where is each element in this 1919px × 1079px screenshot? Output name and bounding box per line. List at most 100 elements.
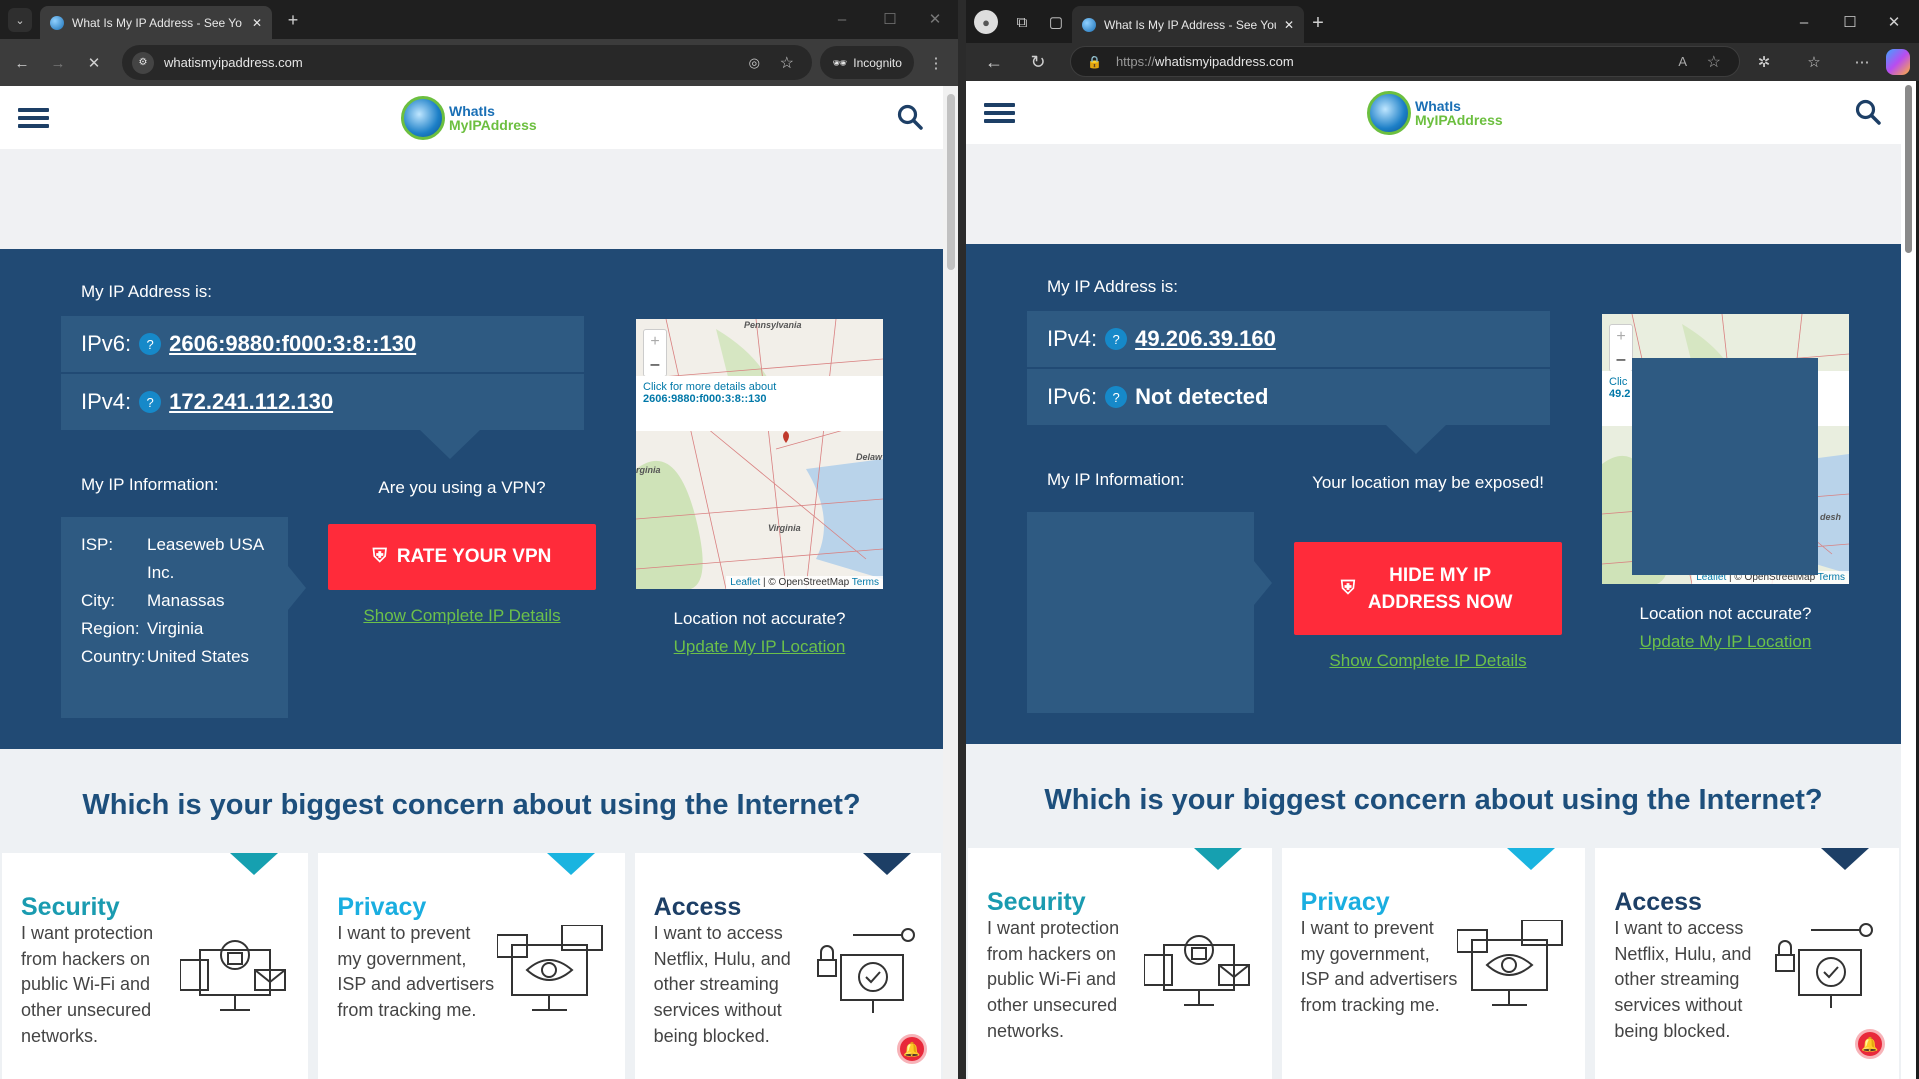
new-tab-icon[interactable]: + (1306, 11, 1330, 35)
maximize-icon[interactable]: ☐ (878, 8, 902, 30)
eye-off-icon[interactable]: ◎ (749, 55, 760, 71)
tab-close-icon[interactable]: ✕ (1284, 18, 1294, 32)
scrollbar[interactable] (1901, 81, 1916, 1079)
help-icon[interactable]: ? (139, 333, 162, 355)
minimize-icon[interactable]: – (1792, 10, 1816, 34)
favorites-icon[interactable]: ☆ (1802, 50, 1826, 74)
privacy-illustration-icon (1457, 920, 1564, 1006)
shield-icon: ⛨ (372, 546, 387, 567)
notification-bell-icon[interactable]: 🔔 (1855, 1029, 1885, 1059)
zoom-in-button[interactable]: + (644, 330, 666, 353)
new-tab-icon[interactable]: + (282, 9, 304, 31)
notification-bell-icon[interactable]: 🔔 (897, 1034, 927, 1064)
extensions-icon[interactable]: ✲ (1752, 50, 1776, 74)
help-icon[interactable]: ? (139, 391, 162, 413)
card-pointer (1193, 848, 1242, 870)
globe-logo-icon (401, 96, 445, 140)
tab-active[interactable]: What Is My IP Address - See Yo ✕ (40, 6, 272, 39)
concern-card-privacy[interactable]: Privacy I want to prevent my government, … (1281, 848, 1586, 1079)
ip-label: IPv6: (1047, 384, 1098, 409)
hamburger-menu-icon[interactable] (18, 108, 49, 128)
scrollbar-thumb[interactable] (947, 94, 955, 270)
callout-arrow (1254, 561, 1272, 605)
close-window-icon[interactable]: ✕ (923, 8, 947, 30)
info-row: ISP: Leaseweb USA Inc. (81, 531, 288, 587)
address-bar[interactable]: 🔒 https://whatismyipaddress.com A ☆ (1070, 46, 1740, 77)
ip-value[interactable]: 2606:9880:f000:3:8::130 (169, 331, 416, 357)
concern-card-security[interactable]: Security I want protection from hackers o… (2, 853, 309, 1079)
concern-card-access[interactable]: Access I want to access Netflix, Hulu, an… (634, 853, 941, 1079)
help-icon[interactable]: ? (1105, 386, 1128, 408)
back-icon[interactable]: ← (982, 50, 1006, 74)
favorite-star-icon[interactable]: ☆ (1707, 52, 1721, 72)
incognito-icon: 🕶 (832, 55, 848, 70)
map-label: Delaw (856, 452, 883, 462)
concern-card-security[interactable]: Security I want protection from hackers o… (968, 848, 1272, 1079)
address-bar[interactable]: ⚙ whatismyipaddress.com ◎ ☆ (122, 45, 812, 80)
tab-search-chevron-icon[interactable]: ⌄ (8, 8, 32, 32)
update-location-link[interactable]: Update My IP Location (1602, 632, 1849, 652)
popup-ip: 2606:9880:f000:3:8::130 (643, 393, 767, 405)
info-value: Manassas (147, 591, 225, 610)
search-icon[interactable] (1855, 99, 1881, 125)
read-aloud-icon[interactable]: A (1678, 54, 1687, 69)
site-logo[interactable]: WhatIs MyIPAddress (401, 93, 546, 143)
show-ip-details-link[interactable]: Show Complete IP Details (1294, 651, 1562, 671)
minimize-icon[interactable]: – (830, 8, 854, 30)
card-pointer (546, 853, 595, 875)
workspaces-icon[interactable]: ⧉ (1010, 10, 1034, 34)
ip-value[interactable]: 49.206.39.160 (1135, 326, 1276, 352)
copilot-icon[interactable] (1886, 49, 1910, 75)
settings-more-icon[interactable]: ⋯ (1850, 50, 1874, 74)
ip-value[interactable]: 172.241.112.130 (169, 389, 333, 415)
ip-label: IPv6: (81, 331, 132, 356)
close-window-icon[interactable]: ✕ (1882, 10, 1906, 34)
vertical-tabs-icon[interactable]: ▢ (1044, 10, 1068, 34)
refresh-icon[interactable]: ↻ (1026, 50, 1050, 74)
update-location-link[interactable]: Update My IP Location (636, 637, 883, 657)
site-logo[interactable]: WhatIs MyIPAddress (1367, 88, 1512, 138)
info-value: United States (147, 647, 250, 666)
card-title: Security (21, 893, 120, 921)
ip-value[interactable]: Not detected (1135, 384, 1268, 410)
cta-heading: Are you using a VPN? (378, 478, 546, 497)
location-map[interactable]: desh + – Clic 49.2 Leaflet | © OpenStreetM… (1602, 314, 1849, 584)
profile-avatar-icon[interactable]: ● (974, 10, 998, 34)
zoom-in-button[interactable]: + (1610, 325, 1632, 348)
hamburger-menu-icon[interactable] (984, 103, 1015, 123)
terms-link[interactable]: Terms (852, 577, 879, 588)
terms-link[interactable]: Terms (1818, 572, 1845, 583)
tab-active[interactable]: What Is My IP Address - See Your ✕ (1072, 6, 1304, 43)
help-icon[interactable]: ? (1105, 328, 1128, 350)
card-text: I want protection from hackers on public… (21, 923, 154, 1046)
show-ip-details-link[interactable]: Show Complete IP Details (328, 606, 596, 626)
leaflet-link[interactable]: Leaflet (730, 577, 760, 588)
tab-close-icon[interactable]: ✕ (252, 16, 262, 30)
bookmark-star-icon[interactable]: ☆ (780, 53, 794, 73)
location-map[interactable]: Pennsylvania Delaw rginia Virginia + – Click… (636, 319, 883, 589)
zoom-out-button[interactable]: – (1610, 348, 1632, 371)
maximize-icon[interactable]: ☐ (1838, 10, 1862, 34)
card-pointer (230, 853, 279, 875)
concern-card-privacy[interactable]: Privacy I want to prevent my government, … (318, 853, 625, 1079)
cta-button[interactable]: ⛨ HIDE MY IP ADDRESS NOW (1294, 542, 1562, 635)
stop-loading-icon[interactable]: ✕ (82, 51, 106, 75)
back-icon[interactable]: ← (10, 51, 34, 75)
scrollbar[interactable] (943, 86, 958, 1079)
forward-icon[interactable]: → (46, 51, 70, 75)
card-pointer (1507, 848, 1556, 870)
scrollbar-thumb[interactable] (1905, 85, 1912, 253)
card-title: Access (653, 893, 742, 921)
incognito-badge[interactable]: 🕶 Incognito (820, 46, 914, 79)
cta-button-label: RATE YOUR VPN (396, 546, 552, 567)
zoom-out-button[interactable]: – (644, 353, 666, 376)
site-info-icon[interactable]: ⚙ (132, 51, 154, 74)
map-popup[interactable]: Click for more details about 2606:9880:f0… (636, 376, 883, 431)
concern-card-access[interactable]: Access I want to access Netflix, Hulu, an… (1595, 848, 1900, 1079)
lock-icon[interactable]: 🔒 (1087, 55, 1102, 69)
menu-kebab-icon[interactable]: ⋮ (926, 51, 946, 75)
cta-button[interactable]: ⛨ RATE YOUR VPN (328, 524, 596, 590)
search-icon[interactable] (897, 104, 923, 130)
url-scheme: https:// (1115, 54, 1155, 69)
window-divider[interactable] (958, 0, 966, 1079)
